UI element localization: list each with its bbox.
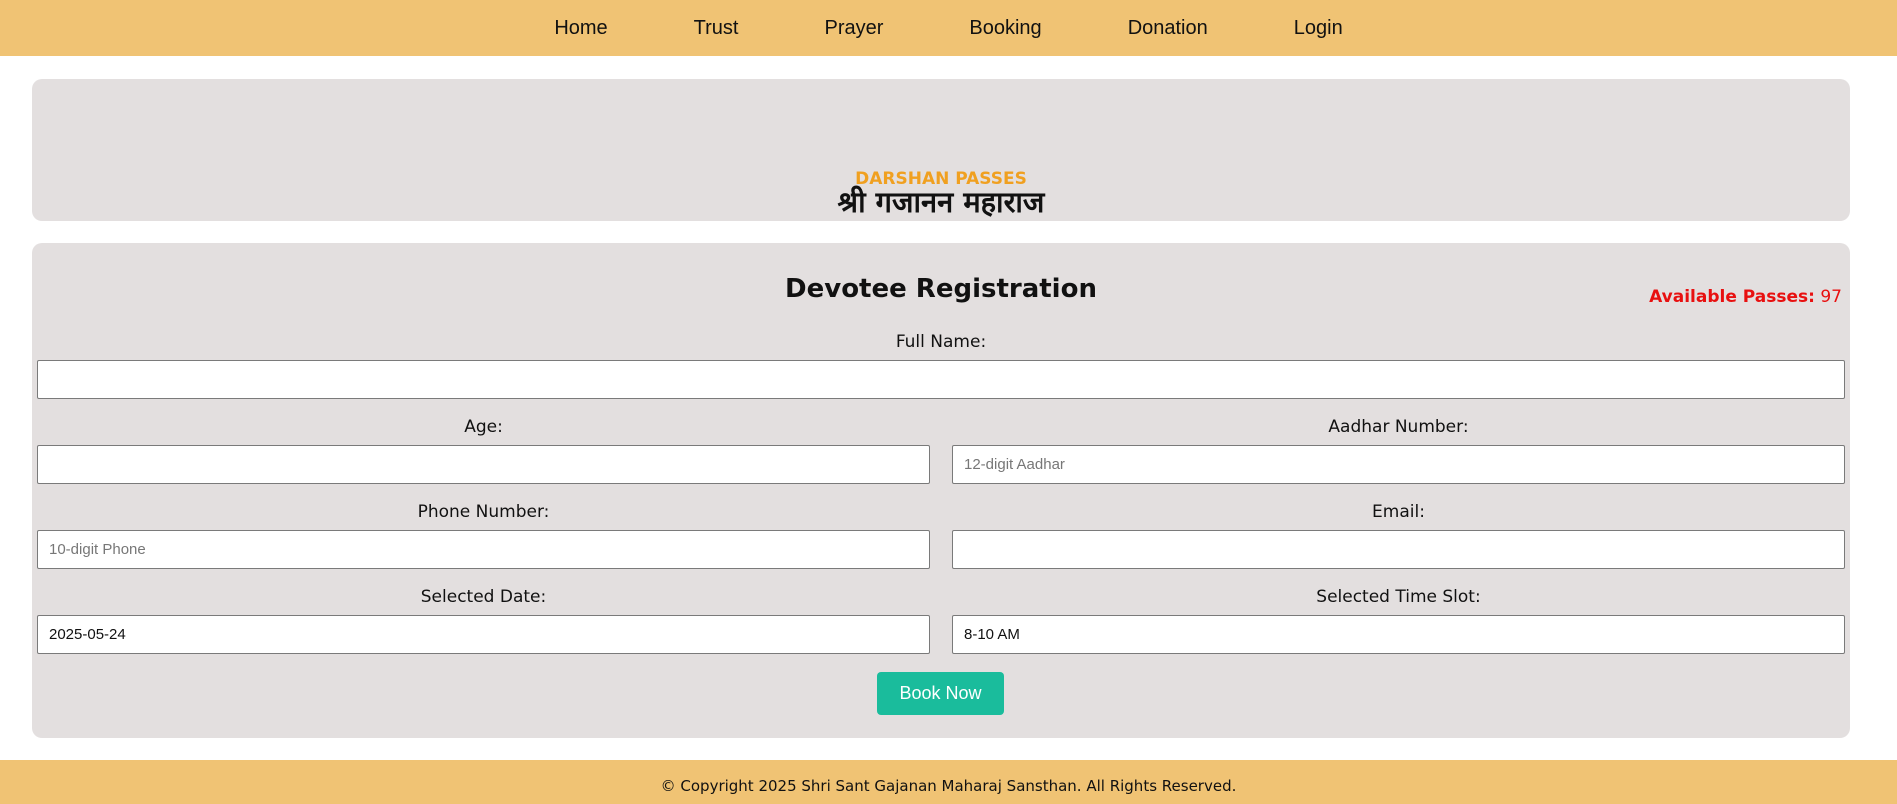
- selected-date-label: Selected Date:: [420, 587, 547, 607]
- copyright-text: © Copyright 2025 Shri Sant Gajanan Mahar…: [660, 777, 1237, 795]
- footer: © Copyright 2025 Shri Sant Gajanan Mahar…: [0, 760, 1897, 804]
- top-navigation: Home Trust Prayer Booking Donation Login: [0, 0, 1897, 56]
- phone-input[interactable]: [37, 530, 930, 569]
- registration-form: Devotee Registration Available Passes: 9…: [32, 243, 1850, 738]
- nav-donation-link[interactable]: Donation: [1128, 17, 1208, 40]
- nav-trust-link[interactable]: Trust: [694, 17, 739, 40]
- available-passes: Available Passes: 97: [1649, 287, 1842, 307]
- phone-label: Phone Number:: [417, 502, 550, 522]
- aadhar-label: Aadhar Number:: [1328, 417, 1469, 437]
- age-input[interactable]: [37, 445, 930, 484]
- email-label: Email:: [1372, 502, 1425, 522]
- available-passes-label: Available Passes:: [1649, 287, 1815, 307]
- available-passes-count: 97: [1820, 287, 1842, 307]
- nav-booking-link[interactable]: Booking: [969, 17, 1041, 40]
- full-name-input[interactable]: [37, 360, 1845, 399]
- full-name-label: Full Name:: [895, 332, 987, 352]
- form-title: Devotee Registration: [785, 274, 1097, 304]
- email-input[interactable]: [952, 530, 1845, 569]
- book-now-button[interactable]: Book Now: [877, 672, 1004, 715]
- selected-time-slot-label: Selected Time Slot:: [1316, 587, 1481, 607]
- selected-time-slot-input[interactable]: [952, 615, 1845, 654]
- age-label: Age:: [464, 417, 503, 437]
- hero-banner: श्री गजानन महाराज DARSHAN PASSES: [32, 79, 1850, 221]
- aadhar-input[interactable]: [952, 445, 1845, 484]
- darshan-passes-subtitle: DARSHAN PASSES: [855, 169, 1027, 189]
- nav-home-link[interactable]: Home: [554, 17, 607, 40]
- selected-date-input[interactable]: [37, 615, 930, 654]
- nav-login-link[interactable]: Login: [1294, 17, 1343, 40]
- nav-prayer-link[interactable]: Prayer: [825, 17, 884, 40]
